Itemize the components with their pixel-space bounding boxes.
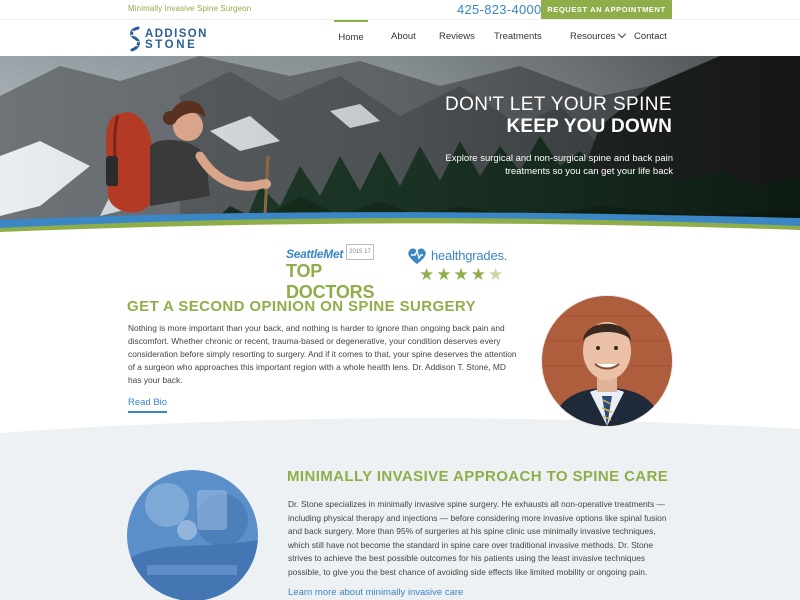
nav-home[interactable]: Home bbox=[334, 20, 368, 56]
star-icon: ★ bbox=[436, 265, 454, 284]
logo-text-stone: STONE bbox=[145, 39, 198, 51]
chevron-down-icon bbox=[618, 29, 627, 39]
spine-logo-icon bbox=[130, 26, 140, 52]
nav-resources[interactable]: Resources bbox=[570, 20, 627, 56]
site-tagline: Minimally Invasive Spine Surgeon bbox=[128, 4, 252, 13]
seattle-met-logo: SeattleMet bbox=[286, 247, 344, 261]
nav-reviews[interactable]: Reviews bbox=[439, 20, 475, 56]
healthgrades-name: healthgrades. bbox=[431, 248, 508, 263]
star-icon: ★ bbox=[419, 265, 437, 284]
doctor-portrait-image bbox=[542, 296, 672, 426]
star-icon: ★ bbox=[470, 265, 488, 284]
top-doctors-label: TOP DOCTORS bbox=[286, 261, 375, 302]
nav-treatments[interactable]: Treatments bbox=[494, 20, 542, 56]
second-opinion-heading: GET A SECOND OPINION ON SPINE SURGERY bbox=[127, 298, 477, 315]
star-rating: ★★★★★ bbox=[419, 265, 505, 285]
hero-wave-divider bbox=[0, 212, 800, 234]
learn-more-link[interactable]: Learn more about minimally invasive care bbox=[288, 587, 463, 598]
nav-contact[interactable]: Contact bbox=[634, 20, 667, 56]
seattle-met-top-doctors-badge: SeattleMet 2015 17 TOP DOCTORS bbox=[286, 244, 390, 302]
phone-link[interactable]: 425-823-4000 bbox=[457, 2, 542, 17]
seattle-met-years: 2015 17 bbox=[346, 244, 374, 260]
request-appointment-button[interactable]: REQUEST AN APPOINTMENT bbox=[541, 0, 672, 19]
minimally-invasive-text: Dr. Stone specializes in minimally invas… bbox=[288, 499, 667, 577]
nav-about[interactable]: About bbox=[391, 20, 416, 56]
second-opinion-text: Nothing is more important than your back… bbox=[128, 323, 517, 385]
hero-title-line1: DON'T LET YOUR SPINE bbox=[444, 94, 672, 115]
surgery-team-image bbox=[127, 470, 258, 600]
hero-title-line2: KEEP YOU DOWN bbox=[506, 116, 672, 137]
half-star-icon: ★ bbox=[488, 265, 506, 284]
nav-resources-label: Resources bbox=[570, 31, 616, 42]
top-bar: Minimally Invasive Spine Surgeon 425-823… bbox=[0, 0, 800, 19]
star-icon: ★ bbox=[453, 265, 471, 284]
addison-stone-logo[interactable]: ADDISON STONE bbox=[126, 26, 216, 52]
healthgrades-heart-icon bbox=[408, 248, 426, 264]
main-navigation: ADDISON STONE Home About Reviews Treatme… bbox=[0, 19, 800, 56]
hero-subtitle: Explore surgical and non-surgical spine … bbox=[445, 153, 673, 177]
hero-banner bbox=[0, 56, 800, 234]
healthgrades-badge: healthgrades. ★★★★★ bbox=[407, 246, 517, 286]
minimally-invasive-heading: MINIMALLY INVASIVE APPROACH TO SPINE CAR… bbox=[287, 468, 669, 485]
